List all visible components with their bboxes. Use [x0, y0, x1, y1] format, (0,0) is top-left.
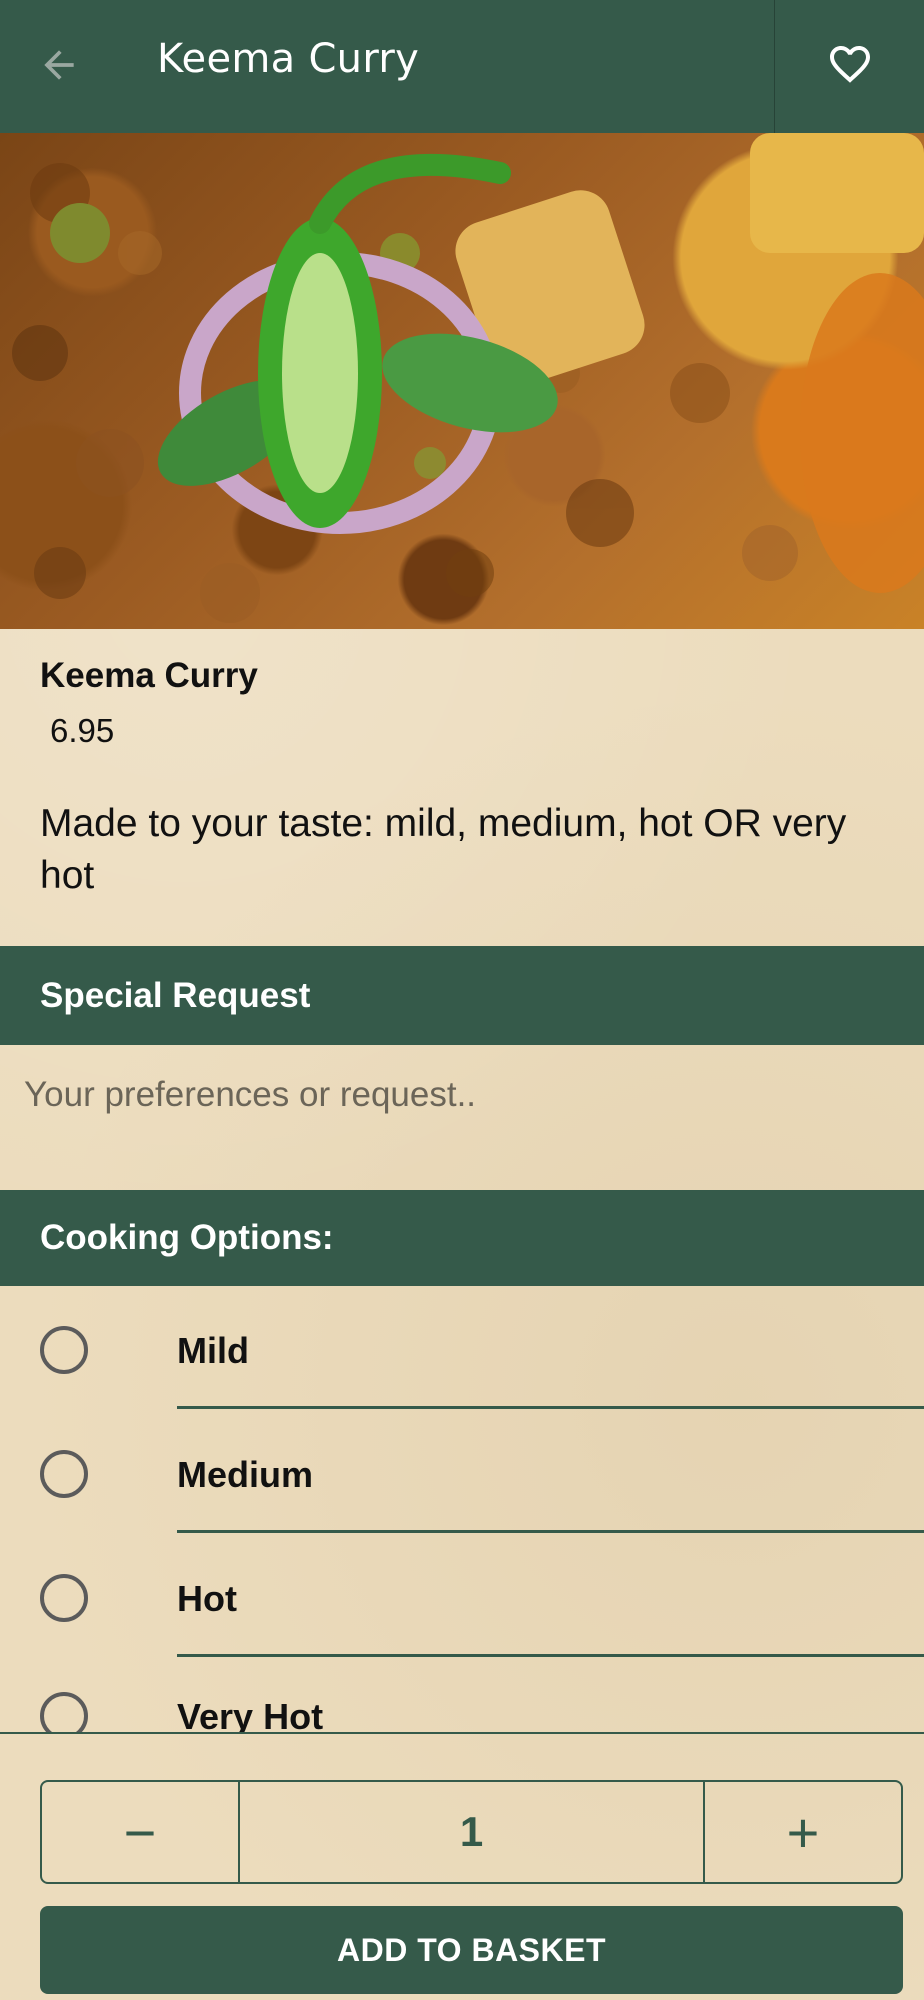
special-request-input[interactable]	[0, 1045, 924, 1190]
divider	[0, 1732, 924, 1734]
item-description: Made to your taste: mild, medium, hot OR…	[40, 802, 847, 897]
option-medium[interactable]: Medium	[0, 1410, 924, 1534]
option-hot[interactable]: Hot	[0, 1534, 924, 1658]
add-to-basket-button[interactable]: ADD TO BASKET	[40, 1906, 903, 1994]
page-title: Keema Curry	[157, 36, 420, 82]
arrow-left-icon	[37, 43, 81, 92]
divider	[177, 1406, 924, 1409]
option-label: Hot	[177, 1578, 237, 1619]
cooking-options-header: Cooking Options:	[0, 1190, 924, 1286]
option-label: Very Hot	[177, 1696, 324, 1733]
minus-icon: −	[123, 1800, 157, 1864]
food-image	[0, 133, 924, 629]
radio-button-icon[interactable]	[40, 1326, 88, 1374]
option-label: Mild	[177, 1330, 249, 1371]
quantity-stepper: − 1 +	[40, 1780, 903, 1884]
back-button[interactable]	[20, 28, 98, 106]
quantity-value: 1	[459, 1808, 484, 1855]
radio-button-icon[interactable]	[40, 1450, 88, 1498]
heart-outline-icon	[826, 40, 874, 93]
favorite-button[interactable]	[774, 0, 924, 133]
special-request-heading: Special Request	[40, 975, 311, 1015]
item-price: 6.95	[50, 712, 115, 749]
app-bar: Keema Curry	[0, 0, 924, 133]
radio-button-icon[interactable]	[40, 1574, 88, 1622]
cooking-options-heading: Cooking Options:	[40, 1218, 334, 1257]
option-very-hot[interactable]: Very Hot	[0, 1652, 924, 1733]
option-label: Medium	[177, 1454, 314, 1495]
plus-icon: +	[786, 1800, 820, 1864]
cooking-options-list: Mild Medium Hot Very Hot	[0, 1286, 924, 1733]
radio-button-icon[interactable]	[40, 1692, 88, 1733]
divider	[177, 1530, 924, 1533]
option-mild[interactable]: Mild	[0, 1286, 924, 1410]
increase-quantity-button[interactable]: +	[703, 1782, 901, 1882]
item-name: Keema Curry	[40, 656, 258, 695]
decrease-quantity-button[interactable]: −	[42, 1782, 240, 1882]
special-request-header: Special Request	[0, 946, 924, 1045]
